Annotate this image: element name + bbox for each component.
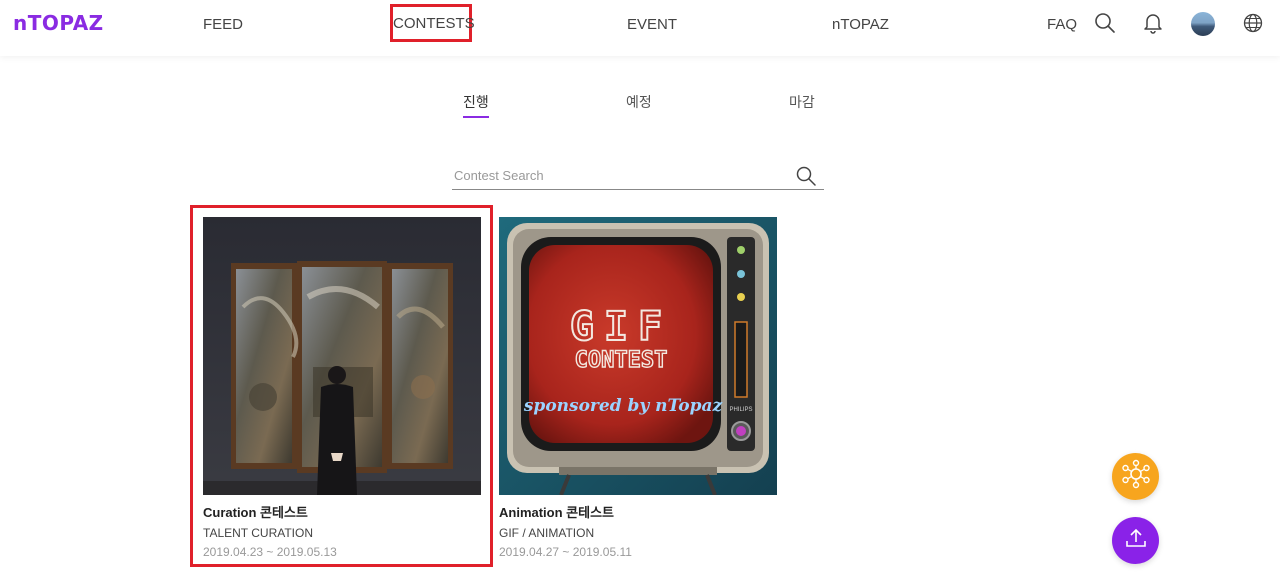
- top-header: nTOPAZ FEED CONTESTS EVENT nTOPAZ FAQ: [0, 0, 1280, 56]
- tab-closed[interactable]: 마감: [789, 92, 815, 112]
- contest-image-curation[interactable]: [203, 217, 481, 495]
- contest-title[interactable]: Curation 콘테스트: [203, 504, 481, 522]
- nav-contests[interactable]: CONTESTS: [390, 4, 475, 42]
- globe-icon[interactable]: [1241, 11, 1265, 35]
- brand-text: PHILIPS: [729, 407, 752, 413]
- nav-event[interactable]: EVENT: [627, 14, 677, 36]
- contest-search: [452, 163, 824, 190]
- avatar[interactable]: [1191, 12, 1215, 36]
- contest-category: TALENT CURATION: [203, 526, 314, 540]
- contest-dates: 2019.04.23 ~ 2019.05.13: [203, 545, 337, 559]
- contest-dates: 2019.04.27 ~ 2019.05.11: [499, 545, 632, 559]
- contest-title[interactable]: Animation 콘테스트: [499, 504, 777, 522]
- contest-text: CONTEST: [575, 348, 668, 373]
- sponsored-text: sponsored by nTopaz: [523, 396, 723, 416]
- nav-ntopaz[interactable]: nTOPAZ: [832, 14, 889, 36]
- tab-upcoming[interactable]: 예정: [626, 92, 652, 112]
- upload-icon: [1124, 526, 1148, 555]
- network-icon: [1121, 459, 1151, 494]
- upload-fab-button[interactable]: [1112, 517, 1159, 564]
- network-fab-button[interactable]: [1112, 453, 1159, 500]
- bell-icon[interactable]: [1141, 11, 1165, 35]
- logo[interactable]: nTOPAZ: [13, 11, 104, 35]
- search-icon[interactable]: [1093, 11, 1117, 35]
- search-icon[interactable]: [796, 166, 818, 188]
- contest-category: GIF / ANIMATION: [499, 526, 595, 540]
- contest-image-animation[interactable]: GIF CONTEST sponsored by nTopaz PHILIPS: [499, 217, 777, 495]
- contest-card-curation[interactable]: Curation 콘테스트 TALENT CURATION 2019.04.23…: [203, 217, 481, 561]
- nav-feed[interactable]: FEED: [203, 14, 243, 36]
- nav-faq[interactable]: FAQ: [1047, 14, 1077, 36]
- contest-card-animation[interactable]: GIF CONTEST sponsored by nTopaz PHILIPS …: [499, 217, 777, 561]
- gif-text: GIF: [570, 304, 672, 350]
- contest-search-input[interactable]: [452, 163, 782, 187]
- tab-ongoing[interactable]: 진행: [463, 92, 489, 118]
